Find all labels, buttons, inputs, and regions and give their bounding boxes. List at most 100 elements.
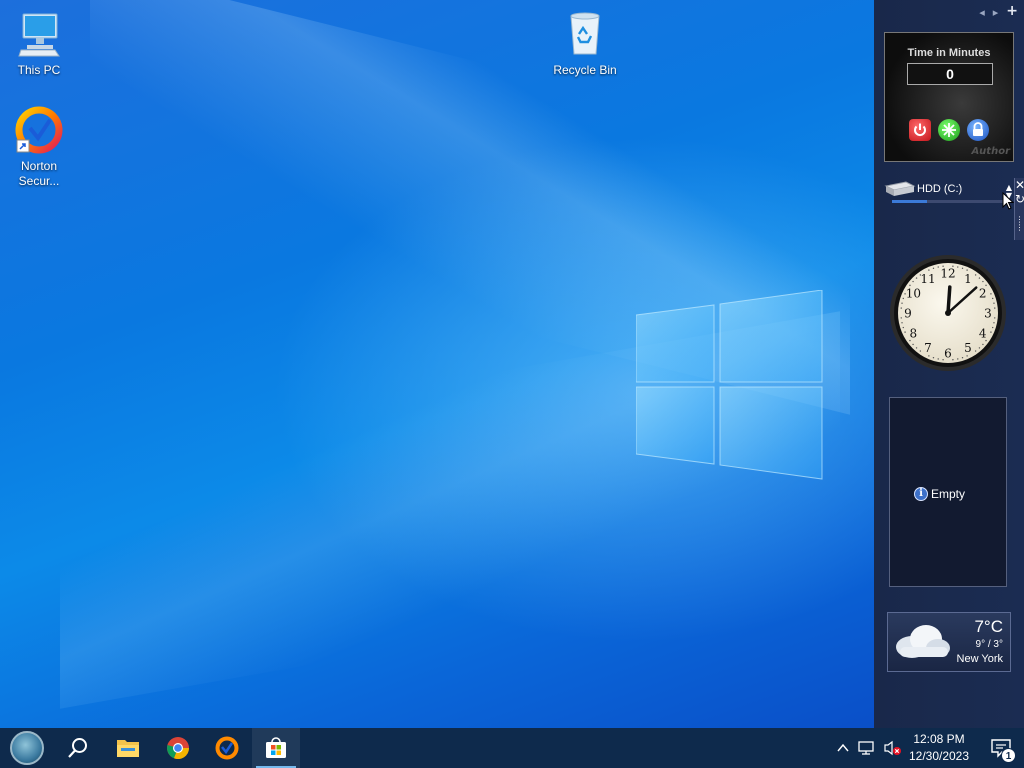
file-explorer-button[interactable] <box>104 728 152 768</box>
clock-tick <box>900 307 902 309</box>
clock-tick <box>915 277 918 279</box>
clock-tick <box>932 267 935 270</box>
clock-tick <box>993 302 995 304</box>
clock-tick <box>902 297 905 300</box>
clock-tick <box>966 269 968 271</box>
sidebar-controls: ◂ ▸ + <box>979 4 1018 19</box>
clock-tick <box>928 355 930 357</box>
sidebar-next-button[interactable]: ▸ <box>993 6 999 19</box>
clock-tick <box>982 343 984 346</box>
chrome-button[interactable] <box>154 728 202 768</box>
clock-tick <box>902 326 905 329</box>
clock-tick <box>993 322 995 324</box>
drive-usage-fill <box>892 200 928 203</box>
settings-icon[interactable]: ↻ <box>1015 192 1024 206</box>
action-center-button[interactable]: 1 <box>978 728 1024 768</box>
analog-clock-gadget: 12 12 3 45678 9 1011 <box>890 255 1006 371</box>
cloud-icon <box>896 625 950 658</box>
microsoft-store-icon <box>266 737 286 758</box>
clock-tick <box>904 331 906 333</box>
clock-tick <box>978 277 981 279</box>
add-gadget-button[interactable]: + <box>1006 4 1018 19</box>
weather-gadget[interactable]: 7°C 9° / 3° New York <box>887 612 1011 672</box>
empty-text: Empty <box>931 487 966 501</box>
clock-tick <box>957 266 959 268</box>
desktop-icon-label: Recycle Bin <box>553 63 617 77</box>
minutes-input[interactable]: 0 <box>907 63 993 85</box>
gadget-edge-tab[interactable]: ✕ ↻ ⋮ ⋮ <box>1014 178 1024 240</box>
restart-button[interactable] <box>938 119 960 141</box>
desktop-icon-label: This PC <box>17 63 61 77</box>
clock-tick <box>982 280 984 283</box>
clock-tick <box>901 322 903 324</box>
notification-count-badge: 1 <box>1001 748 1016 763</box>
clock-tick <box>942 359 944 361</box>
empty-message: i Empty <box>914 487 965 501</box>
desktop-icon-this-pc[interactable]: This PC <box>1 10 77 78</box>
taskbar: 12:08 PM 12/30/2023 1 <box>0 728 1024 768</box>
chevron-up-icon[interactable] <box>836 741 850 755</box>
hdd-gadget: HDD (C:) ▲ ▼ <box>884 180 1014 204</box>
norton-icon <box>215 736 239 760</box>
info-icon: i <box>914 487 928 501</box>
clock-numeral: 1 <box>964 272 972 286</box>
clock-tick <box>919 350 922 352</box>
clock-tick <box>978 347 981 349</box>
restart-icon <box>942 123 956 137</box>
hard-drive-icon <box>884 181 916 196</box>
recycle-bin-icon <box>570 12 600 55</box>
file-explorer-icon <box>117 740 139 757</box>
chrome-icon <box>167 737 190 760</box>
microsoft-store-button[interactable] <box>252 728 300 768</box>
clock-tick <box>928 269 930 271</box>
start-button[interactable] <box>3 728 51 768</box>
clock-tick <box>904 293 906 295</box>
clock-numeral: 8 <box>910 327 918 341</box>
clock-tick <box>900 317 902 319</box>
clock-tick <box>961 356 964 359</box>
clock-tick <box>966 355 968 357</box>
clock-tick <box>942 265 944 267</box>
desktop-icon-norton[interactable]: Norton Secur... <box>1 106 77 189</box>
clock-numeral: 3 <box>984 307 992 321</box>
network-icon[interactable] <box>858 740 876 756</box>
desktop[interactable]: This PC Recycle Bin Norton Secur... <box>0 0 874 728</box>
empty-gadget: i Empty <box>889 397 1007 587</box>
clock-tick <box>912 280 914 283</box>
weather-temperature: 7°C <box>974 617 1003 636</box>
clock-tick <box>937 358 939 360</box>
sidebar-prev-button[interactable]: ◂ <box>979 6 985 19</box>
power-icon <box>914 123 926 136</box>
power-button[interactable] <box>909 119 931 141</box>
volume-muted-icon[interactable] <box>884 740 902 756</box>
clock-tick <box>909 284 911 287</box>
clock-numeral: 4 <box>979 327 987 341</box>
weather-city: New York <box>956 653 1003 665</box>
clock-numeral: 2 <box>979 287 987 301</box>
clock-tick <box>937 266 939 268</box>
norton-icon <box>15 106 63 154</box>
tray-date: 12/30/2023 <box>908 749 970 763</box>
clock-tick <box>985 284 987 287</box>
start-orb <box>10 731 44 765</box>
drag-handle-icon[interactable]: ⋮ ⋮ <box>1015 216 1024 232</box>
clock-tick <box>994 307 996 309</box>
clock-numeral: 6 <box>944 347 952 361</box>
shutdown-timer-gadget: Time in Minutes 0 Author <box>884 32 1014 162</box>
norton-button[interactable] <box>203 728 251 768</box>
clock-tick <box>991 326 994 329</box>
clock-tick <box>932 356 935 359</box>
clock-tick <box>974 274 977 276</box>
computer-icon <box>18 13 60 57</box>
windows-logo-wallpaper <box>636 290 823 480</box>
search-button[interactable] <box>54 728 102 768</box>
clock-tick <box>990 331 992 333</box>
lock-button[interactable] <box>967 119 989 141</box>
close-icon[interactable]: ✕ <box>1015 178 1024 192</box>
tray-clock[interactable]: 12:08 PM 12/30/2023 <box>904 731 974 765</box>
clock-numeral: 5 <box>964 341 972 355</box>
desktop-icon-recycle-bin[interactable]: Recycle Bin <box>547 10 623 78</box>
clock-tick <box>985 339 987 342</box>
lock-icon <box>973 122 983 136</box>
drive-usage-bar <box>892 200 1010 203</box>
